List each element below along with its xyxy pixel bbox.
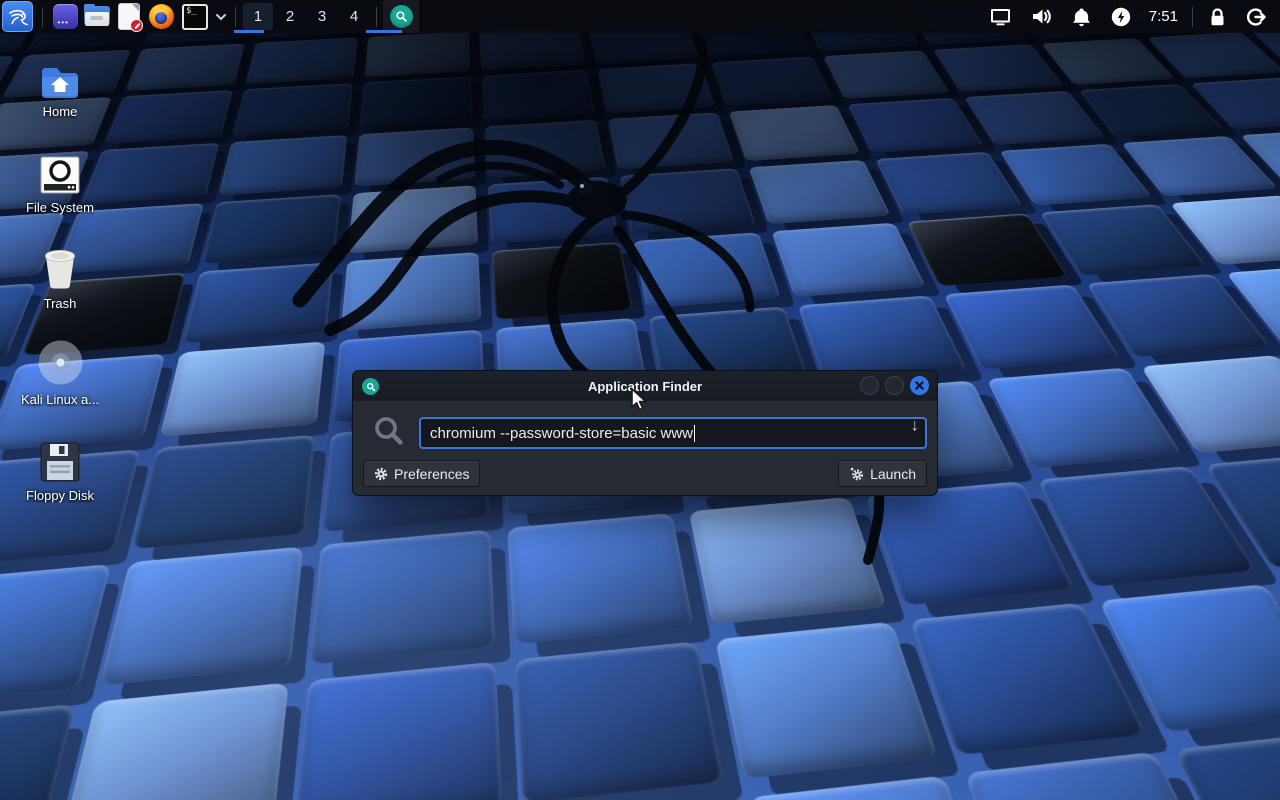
workspace-1[interactable]: 1 bbox=[243, 3, 273, 30]
desktop-icon-kali-cd[interactable]: Kali Linux a... bbox=[0, 340, 120, 407]
terminal-prompt-icon: $_ bbox=[182, 4, 208, 30]
maximize-button[interactable] bbox=[885, 376, 904, 395]
taskbar-application-finder-button[interactable] bbox=[383, 0, 419, 33]
minimize-button[interactable] bbox=[860, 376, 879, 395]
display-icon bbox=[990, 8, 1011, 26]
launch-icon bbox=[849, 466, 864, 481]
window-title: Application Finder bbox=[353, 379, 937, 394]
search-input-text: chromium --password-store=basic www bbox=[430, 425, 693, 442]
power-manager-tray-button[interactable] bbox=[1101, 0, 1141, 33]
volume-icon bbox=[1031, 7, 1052, 26]
text-editor-icon bbox=[119, 4, 139, 29]
desktop-icon-label: Trash bbox=[44, 296, 77, 311]
applications-menu-button[interactable] bbox=[2, 1, 33, 32]
panel-separator bbox=[235, 7, 236, 27]
desktop: Home File System bbox=[0, 0, 1280, 800]
kali-logo-icon bbox=[6, 5, 30, 29]
desktop-icon-floppy[interactable]: Floppy Disk bbox=[0, 436, 120, 503]
titlebar[interactable]: Application Finder bbox=[353, 371, 937, 401]
close-icon bbox=[915, 381, 924, 390]
active-workspace-underline bbox=[234, 30, 264, 33]
terminal-dropdown-chevron[interactable] bbox=[213, 11, 229, 23]
desktop-icon-trash[interactable]: Trash bbox=[0, 244, 120, 311]
home-folder-icon bbox=[40, 52, 80, 98]
launcher-text-editor[interactable] bbox=[113, 0, 145, 33]
volume-tray-button[interactable] bbox=[1021, 0, 1062, 33]
desktop-icon-column: Home File System bbox=[0, 52, 120, 532]
notifications-bell-icon bbox=[1072, 7, 1091, 27]
desktop-icon-label: Home bbox=[43, 104, 78, 119]
dropdown-arrow-icon[interactable]: ↓ bbox=[911, 417, 920, 434]
logout-icon bbox=[1246, 7, 1266, 27]
display-settings-tray-button[interactable] bbox=[980, 0, 1021, 33]
gear-icon bbox=[374, 467, 388, 481]
launcher-file-manager[interactable] bbox=[81, 0, 113, 33]
workspace-label: 2 bbox=[286, 8, 294, 25]
panel-separator bbox=[376, 7, 377, 27]
workspace-2[interactable]: 2 bbox=[275, 3, 305, 30]
search-icon bbox=[371, 413, 407, 449]
top-panel: ••• $_ 1 2 3 4 bbox=[0, 0, 1280, 33]
system-tray: 7:51 bbox=[980, 0, 1280, 33]
clock[interactable]: 7:51 bbox=[1141, 8, 1186, 25]
desktop-icon-label: Floppy Disk bbox=[26, 488, 94, 503]
screen-lock-icon bbox=[1209, 7, 1226, 27]
workspace-label: 4 bbox=[350, 8, 358, 25]
preferences-label: Preferences bbox=[394, 466, 469, 482]
power-manager-icon bbox=[1111, 7, 1131, 27]
desktop-icon-home[interactable]: Home bbox=[0, 52, 120, 119]
launcher-terminal-emulator[interactable]: ••• bbox=[49, 0, 81, 33]
window-app-icon bbox=[362, 378, 379, 395]
hard-drive-icon bbox=[40, 148, 80, 194]
firefox-icon bbox=[149, 4, 174, 29]
panel-separator bbox=[1192, 7, 1193, 27]
panel-separator bbox=[42, 7, 43, 27]
floppy-disk-icon bbox=[40, 436, 80, 482]
launcher-terminal-dropdown[interactable]: $_ bbox=[177, 0, 213, 33]
terminal-emulator-icon: ••• bbox=[53, 4, 78, 29]
launch-label: Launch bbox=[870, 466, 916, 482]
file-manager-icon bbox=[84, 6, 110, 27]
search-input[interactable]: chromium --password-store=basic www bbox=[419, 417, 927, 449]
preferences-button[interactable]: Preferences bbox=[363, 460, 480, 487]
screen-lock-button[interactable] bbox=[1199, 0, 1236, 33]
launcher-firefox[interactable] bbox=[145, 0, 177, 33]
application-finder-magnifier-icon bbox=[390, 5, 413, 28]
desktop-icon-label: Kali Linux a... bbox=[21, 392, 99, 407]
application-finder-window: Application Finder chromium --password-s… bbox=[352, 370, 938, 496]
desktop-icon-label: File System bbox=[26, 200, 94, 215]
desktop-icon-file-system[interactable]: File System bbox=[0, 148, 120, 215]
chevron-down-icon bbox=[215, 11, 227, 23]
workspace-label: 3 bbox=[318, 8, 326, 25]
logout-button[interactable] bbox=[1236, 0, 1280, 33]
trash-can-icon bbox=[41, 244, 79, 290]
notifications-tray-button[interactable] bbox=[1062, 0, 1101, 33]
launch-button[interactable]: Launch bbox=[838, 460, 927, 487]
dialog-body: chromium --password-store=basic www ↓ Pr… bbox=[353, 401, 937, 496]
workspace-label: 1 bbox=[254, 8, 262, 25]
active-window-underline bbox=[366, 30, 402, 33]
optical-disc-icon bbox=[37, 340, 84, 386]
workspace-3[interactable]: 3 bbox=[307, 3, 337, 30]
text-caret bbox=[694, 425, 696, 442]
workspace-4[interactable]: 4 bbox=[339, 3, 369, 30]
close-button[interactable] bbox=[910, 376, 929, 395]
